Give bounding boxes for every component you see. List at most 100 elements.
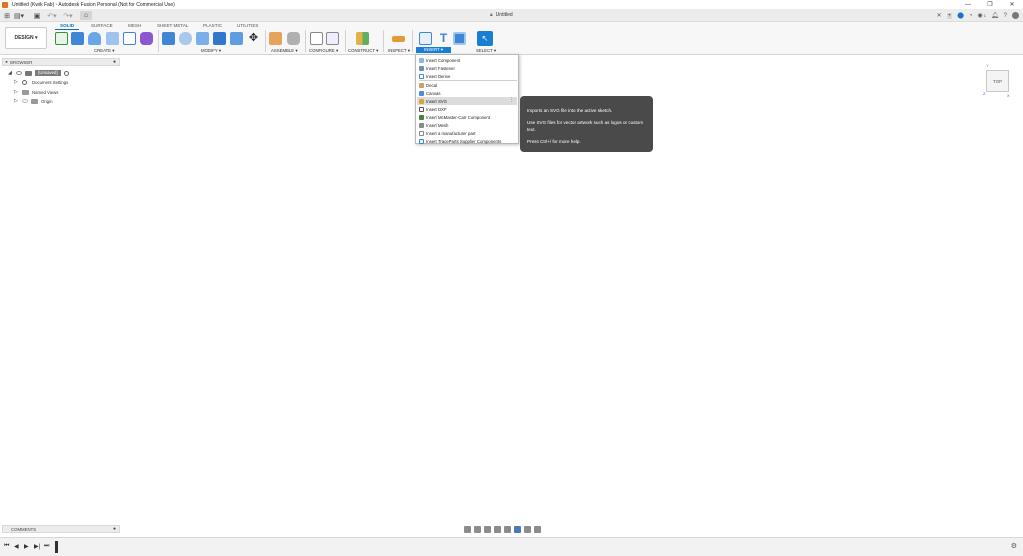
help-icon[interactable]: ? — [1004, 13, 1007, 19]
go-to-start-icon[interactable]: ⏮ — [4, 543, 9, 550]
job-status-icon[interactable]: ◔ — [969, 13, 973, 19]
save-icon[interactable]: ▣ — [33, 11, 41, 20]
create-menu[interactable]: CREATE ▾ — [94, 48, 114, 54]
notifications-icon[interactable]: ◉ 1 — [978, 12, 986, 19]
maximize-button[interactable]: ❐ — [979, 0, 1001, 9]
tab-surface[interactable]: SURFACE — [91, 23, 113, 28]
display-settings-icon[interactable] — [514, 525, 521, 533]
menu-item-insert-svg[interactable]: Insert SVG ⋮ — [417, 97, 517, 105]
select-cursor-icon[interactable]: ↖ — [477, 31, 493, 46]
activate-radio-icon[interactable] — [63, 70, 69, 76]
menu-item-insert-traceparts[interactable]: Insert TraceParts Supplier Components — [417, 137, 517, 145]
document-tab[interactable]: 🔒︎ Untitled — [490, 12, 513, 18]
measure-icon[interactable] — [392, 36, 405, 42]
revolve-icon[interactable] — [88, 32, 101, 45]
tab-mesh[interactable]: MESH — [128, 23, 141, 28]
bell-icon[interactable]: 🔔︎ — [991, 12, 999, 19]
menu-item-insert-dxf[interactable]: Insert DXF — [417, 105, 517, 113]
grid-settings-icon[interactable] — [524, 525, 531, 533]
app-grid-icon[interactable]: ⊞ — [3, 11, 11, 20]
redo-icon[interactable]: ↷▾ — [62, 11, 74, 20]
step-forward-icon[interactable]: ▶| — [34, 543, 40, 550]
close-button[interactable]: ✕ — [1001, 0, 1023, 9]
workspace-switcher[interactable]: DESIGN ▾ — [5, 27, 47, 49]
extrude-icon[interactable] — [71, 32, 84, 45]
play-icon[interactable]: ▶ — [24, 543, 29, 550]
construct-menu[interactable]: CONSTRUCT ▾ — [348, 48, 378, 54]
insert-menu[interactable]: INSERT ▾ — [416, 47, 451, 53]
menu-item-canvas[interactable]: Canvas — [417, 89, 517, 97]
fillet-icon[interactable] — [179, 32, 192, 45]
zoom-window-icon[interactable] — [504, 525, 511, 533]
create-sketch-icon[interactable] — [55, 32, 68, 45]
collapse-arrow-icon[interactable]: ◢ — [8, 70, 13, 76]
menu-item-insert-manufacturer-part[interactable]: Insert a manufacturer part — [417, 129, 517, 137]
pattern-icon[interactable] — [123, 32, 136, 45]
move-icon[interactable]: ✥ — [247, 32, 260, 45]
orbit-icon[interactable] — [464, 525, 471, 533]
inspect-menu[interactable]: INSPECT ▾ — [388, 48, 410, 54]
configure-icon[interactable] — [310, 32, 323, 45]
menu-item-insert-fastener[interactable]: Insert Fastener — [417, 64, 517, 72]
menu-item-insert-component[interactable]: Insert Component — [417, 56, 517, 64]
browser-item-document-settings[interactable]: ▷ Document Settings — [14, 78, 68, 86]
menu-item-decal[interactable]: Decal — [417, 81, 517, 89]
visibility-off-icon[interactable] — [22, 99, 28, 103]
hole-icon[interactable] — [106, 32, 119, 45]
comments-panel-header[interactable]: COMMENTS ● — [2, 525, 120, 533]
viewcube[interactable]: TOP — [986, 70, 1009, 92]
tab-utilities[interactable]: UTILITIES — [237, 23, 258, 28]
tab-sheet-metal[interactable]: SHEET METAL — [157, 23, 188, 28]
close-tab-icon[interactable]: ✕ — [937, 12, 942, 19]
visibility-icon[interactable] — [16, 71, 22, 75]
tab-plastic[interactable]: PLASTIC — [203, 23, 222, 28]
quick-access-bar: ⊞ ▤▾ ▣ ↶▾ ↷▾ ⌂ 🔒︎ Untitled ✕ + ⬤ ◔ ◉ 1 🔔︎… — [0, 9, 1023, 22]
expand-arrow-icon[interactable]: ▷ — [14, 89, 19, 95]
insert-text-icon[interactable]: T — [437, 32, 450, 45]
comments-pin-icon[interactable]: ● — [113, 526, 116, 532]
menu-item-insert-derive[interactable]: Insert Derive — [417, 72, 517, 80]
collapse-icon[interactable]: ◂ — [5, 59, 7, 65]
new-tab-icon[interactable]: + — [946, 12, 953, 19]
file-menu-icon[interactable]: ▤▾ — [14, 11, 24, 20]
look-at-icon[interactable] — [474, 525, 481, 533]
configure-table-icon[interactable] — [326, 32, 339, 45]
axis-x-label: X — [1007, 93, 1010, 98]
browser-item-origin[interactable]: ▷ Origin — [14, 97, 52, 105]
form-icon[interactable] — [140, 32, 153, 45]
assemble-menu[interactable]: ASSEMBLE ▾ — [271, 48, 298, 54]
menu-item-insert-mcmaster[interactable]: Insert McMaster-Carr Component — [417, 113, 517, 121]
insert-derive-icon[interactable] — [419, 32, 432, 45]
insert-canvas-icon[interactable] — [453, 32, 466, 45]
viewports-icon[interactable] — [534, 525, 541, 533]
offset-plane-icon[interactable] — [356, 32, 369, 45]
joint-icon[interactable] — [287, 32, 300, 45]
tab-solid[interactable]: SOLID — [60, 23, 74, 28]
expand-arrow-icon[interactable]: ▷ — [14, 98, 19, 104]
home-icon[interactable]: ⌂ — [80, 11, 92, 20]
new-component-icon[interactable] — [269, 32, 282, 45]
browser-item-named-views[interactable]: ▷ Named Views — [14, 88, 58, 96]
timeline-marker[interactable] — [55, 541, 58, 553]
configure-menu[interactable]: CONFIGURE ▾ — [309, 48, 338, 54]
more-options-icon[interactable]: ⋮ — [509, 97, 514, 103]
timeline-settings-icon[interactable]: ⚙ — [1011, 542, 1017, 550]
undo-icon[interactable]: ↶▾ — [46, 11, 58, 20]
combine-icon[interactable] — [230, 32, 243, 45]
go-to-end-icon[interactable]: ⏭ — [44, 543, 49, 550]
shell-icon[interactable] — [213, 32, 226, 45]
zoom-icon[interactable] — [494, 525, 501, 533]
browser-root-row[interactable]: ◢ (Unsaved) — [8, 69, 69, 77]
expand-arrow-icon[interactable]: ▷ — [14, 79, 19, 85]
chamfer-icon[interactable] — [196, 32, 209, 45]
modify-menu[interactable]: MODIFY ▾ — [201, 48, 221, 54]
profile-avatar[interactable] — [1012, 12, 1019, 19]
step-back-icon[interactable]: ◀ — [14, 543, 19, 550]
extensions-icon[interactable]: ⬤ — [957, 12, 964, 19]
press-pull-icon[interactable] — [162, 32, 175, 45]
pan-icon[interactable] — [484, 525, 491, 533]
browser-panel-header[interactable]: ◂ BROWSER ● — [2, 58, 120, 66]
minimize-button[interactable]: — — [957, 0, 979, 9]
browser-pin-icon[interactable]: ● — [113, 59, 116, 65]
menu-item-insert-mesh[interactable]: Insert Mesh — [417, 121, 517, 129]
